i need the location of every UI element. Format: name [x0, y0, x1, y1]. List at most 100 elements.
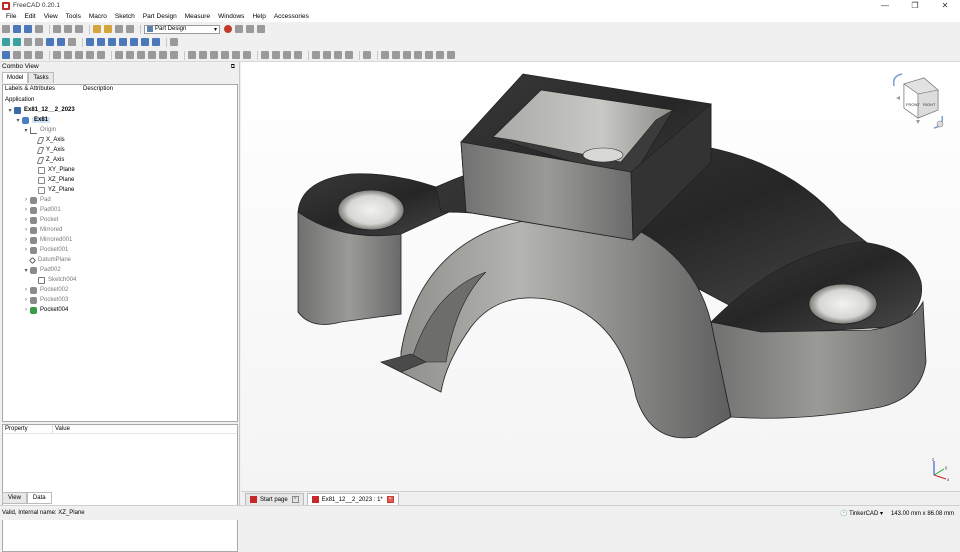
measure-angular-icon[interactable] [392, 51, 400, 59]
top-view-icon[interactable] [108, 38, 116, 46]
macro-record-icon[interactable] [224, 25, 232, 33]
hole-icon[interactable] [199, 51, 207, 59]
tree-item[interactable]: › Pocket003 [23, 295, 68, 305]
navcube-right-label[interactable]: RIGHT [923, 102, 936, 107]
validate-sketch-icon[interactable] [24, 51, 32, 59]
loft-icon[interactable] [137, 51, 145, 59]
chamfer-icon[interactable] [323, 51, 331, 59]
fit-all-icon[interactable] [2, 38, 10, 46]
model-tree[interactable]: Labels & Attributes Description Applicat… [2, 84, 238, 422]
subtractive-loft-icon[interactable] [221, 51, 229, 59]
close-tab-icon[interactable]: × [386, 496, 394, 503]
edit-sketch-icon[interactable] [35, 51, 43, 59]
tree-item[interactable]: X_Axis [31, 135, 65, 145]
pocket-icon[interactable] [188, 51, 196, 59]
helix-icon[interactable] [159, 51, 167, 59]
create-sketch-icon[interactable] [13, 51, 21, 59]
multi-transform-icon[interactable] [294, 51, 302, 59]
tree-item[interactable]: › Pocket001 [23, 245, 68, 255]
expand-arrow-icon[interactable]: › [23, 287, 29, 293]
fit-selection-icon[interactable] [13, 38, 21, 46]
value-column-header[interactable]: Value [53, 425, 70, 433]
minimize-button[interactable]: — [870, 0, 900, 11]
tab-model[interactable]: Model [2, 72, 29, 83]
pipe-icon[interactable] [148, 51, 156, 59]
bottom-view-icon[interactable] [141, 38, 149, 46]
menu-windows[interactable]: Windows [214, 13, 248, 20]
draw-style-icon[interactable] [24, 38, 32, 46]
expand-arrow-icon[interactable]: › [23, 237, 29, 243]
menu-sketch[interactable]: Sketch [111, 13, 139, 20]
menu-tools[interactable]: Tools [62, 13, 85, 20]
macro-stop-icon[interactable] [235, 25, 243, 33]
maximize-button[interactable]: ❐ [900, 0, 930, 11]
expand-arrow-icon[interactable]: › [23, 197, 29, 203]
front-view-icon[interactable] [97, 38, 105, 46]
workbench-selector[interactable]: Part Design [144, 24, 220, 34]
tree-item[interactable]: YZ_Plane [31, 185, 74, 195]
tab-start-page[interactable]: Start page × [245, 493, 304, 505]
selection-filter-icon[interactable] [35, 38, 43, 46]
tree-item[interactable]: › Pocket002 [23, 285, 68, 295]
additive-primitive-icon[interactable] [170, 51, 178, 59]
tree-item[interactable]: DatumPlane [23, 255, 71, 265]
tree-item[interactable]: › Pocket [23, 215, 58, 225]
measure-toggle-icon[interactable] [425, 51, 433, 59]
expand-arrow-icon[interactable]: ▾ [23, 267, 29, 274]
pad-icon[interactable] [115, 51, 123, 59]
tab-view[interactable]: View [2, 492, 27, 504]
tree-item[interactable]: › Pad001 [23, 205, 61, 215]
copy-icon[interactable] [64, 25, 72, 33]
navigation-cube[interactable]: FRONT RIGHT [886, 72, 946, 132]
menu-measure[interactable]: Measure [181, 13, 214, 20]
undo-icon[interactable] [93, 25, 101, 33]
shape-binder-icon[interactable] [97, 51, 105, 59]
tree-item[interactable]: ▾ Ex81_12__2_2023 [7, 105, 75, 115]
view-back-icon[interactable] [46, 38, 54, 46]
redo-icon[interactable] [104, 25, 112, 33]
thickness-icon[interactable] [345, 51, 353, 59]
measure-refresh-icon[interactable] [403, 51, 411, 59]
measure-distance-icon[interactable] [170, 38, 178, 46]
close-tab-icon[interactable]: × [291, 496, 299, 503]
create-body-icon[interactable] [2, 51, 10, 59]
tree-item[interactable]: Y_Axis [31, 145, 65, 155]
tree-item[interactable]: › Mirrored001 [23, 235, 72, 245]
close-window-button[interactable]: ✕ [930, 0, 960, 11]
cut-icon[interactable] [53, 25, 61, 33]
property-column-header[interactable]: Property [3, 425, 53, 433]
expand-arrow-icon[interactable]: › [23, 227, 29, 233]
datum-point-icon[interactable] [53, 51, 61, 59]
groove-icon[interactable] [210, 51, 218, 59]
measure-clear-icon[interactable] [414, 51, 422, 59]
tree-item[interactable]: XZ_Plane [31, 175, 74, 185]
view-forward-icon[interactable] [57, 38, 65, 46]
tree-item[interactable]: ▾ Origin [23, 125, 56, 135]
tree-item[interactable]: ▾ Ex81 [15, 115, 51, 125]
tab-tasks[interactable]: Tasks [28, 72, 54, 83]
subtractive-primitive-icon[interactable] [243, 51, 251, 59]
tree-header-description[interactable]: Description [83, 85, 113, 94]
menu-help[interactable]: Help [248, 13, 269, 20]
tree-item[interactable]: Z_Axis [31, 155, 64, 165]
left-view-icon[interactable] [152, 38, 160, 46]
expand-arrow-icon[interactable]: ▾ [15, 117, 21, 124]
boolean-icon[interactable] [363, 51, 371, 59]
link-icon[interactable] [68, 38, 76, 46]
tab-document[interactable]: Ex81_12__2_2023 : 1* × [306, 493, 399, 505]
float-panel-icon[interactable]: ⧉ [231, 62, 235, 72]
expand-arrow-icon[interactable]: › [23, 297, 29, 303]
menu-part-design[interactable]: Part Design [139, 13, 181, 20]
menu-edit[interactable]: Edit [20, 13, 39, 20]
tree-item[interactable]: › Mirrored [23, 225, 62, 235]
rear-view-icon[interactable] [130, 38, 138, 46]
paste-icon[interactable] [75, 25, 83, 33]
polar-pattern-icon[interactable] [283, 51, 291, 59]
subtractive-pipe-icon[interactable] [232, 51, 240, 59]
expand-arrow-icon[interactable]: ▾ [23, 127, 29, 134]
tab-data[interactable]: Data [26, 492, 52, 504]
expand-arrow-icon[interactable]: › [23, 217, 29, 223]
navcube-front-label[interactable]: FRONT [906, 102, 920, 107]
expand-arrow-icon[interactable]: ▾ [7, 107, 13, 114]
macro-edit-icon[interactable] [246, 25, 254, 33]
